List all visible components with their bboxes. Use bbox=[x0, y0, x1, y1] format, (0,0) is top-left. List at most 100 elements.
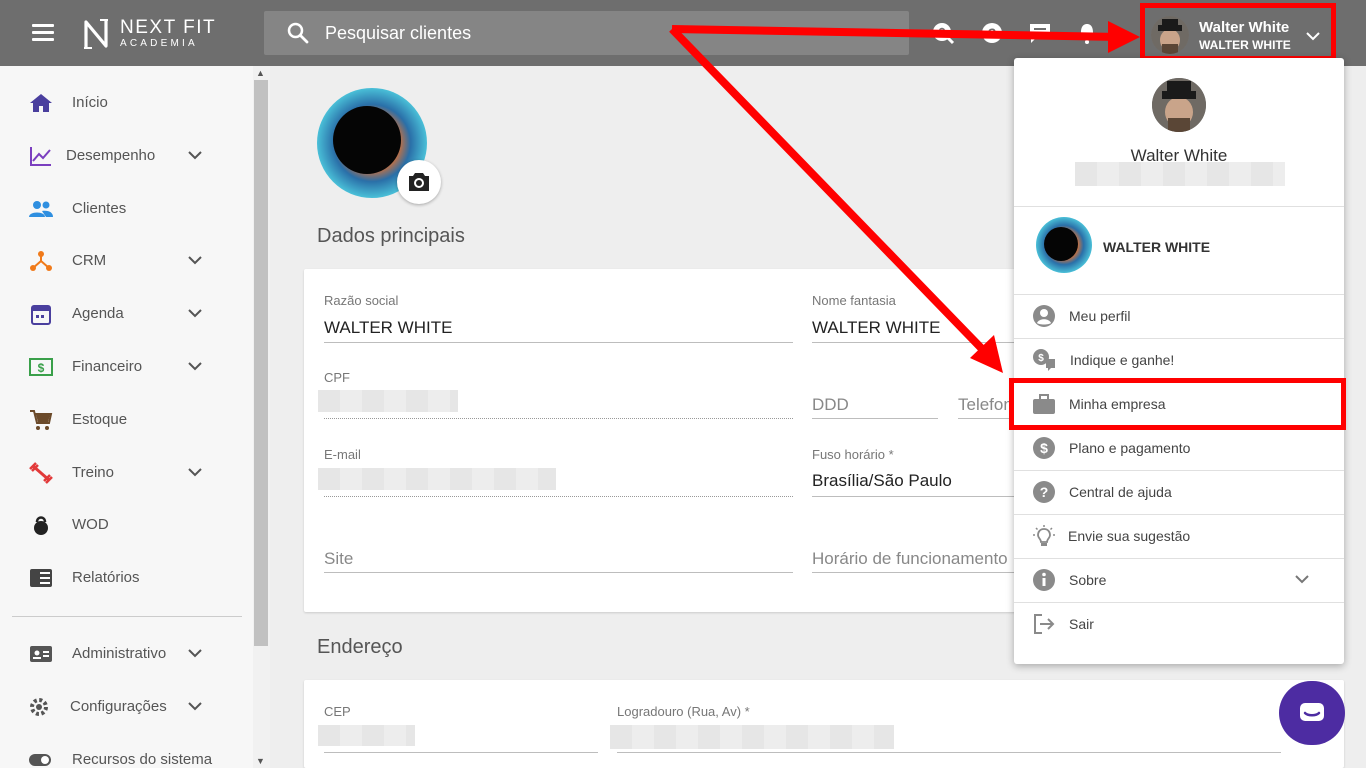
sidebar-item-label: Desempenho bbox=[66, 147, 156, 164]
menu-item-meu-perfil[interactable]: Meu perfil bbox=[1014, 294, 1344, 338]
sidebar-item-label: Recursos do sistema bbox=[72, 751, 213, 768]
fuso-label: Fuso horário * bbox=[812, 447, 894, 462]
logo[interactable]: NEXT FIT ACADEMIA bbox=[120, 17, 217, 50]
top-bar: NEXT FIT ACADEMIA Pesquisar clientes $ ? bbox=[0, 0, 1366, 66]
sidebar-item-wod[interactable]: WOD bbox=[0, 505, 240, 545]
sidebar-item-administrativo[interactable]: Administrativo bbox=[0, 634, 240, 674]
help-icon[interactable]: ? bbox=[980, 21, 1004, 45]
email-field[interactable] bbox=[318, 468, 556, 490]
scroll-up-icon[interactable]: ▲ bbox=[256, 68, 265, 78]
address-card: CEP Logradouro (Rua, Av) * bbox=[304, 680, 1344, 768]
ddd-underline bbox=[812, 418, 938, 419]
menu-item-indique[interactable]: $ Indique e ganhe! bbox=[1014, 338, 1344, 382]
account-circle-icon bbox=[1033, 305, 1055, 327]
sidebar-item-treino[interactable]: Treino bbox=[0, 453, 240, 493]
user-dropdown-menu: Walter White WALTER WHITE Meu perfil $ I… bbox=[1014, 58, 1344, 664]
money-search-icon[interactable]: $ bbox=[931, 21, 955, 45]
menu-item-label: Central de ajuda bbox=[1069, 484, 1172, 500]
info-icon bbox=[1033, 569, 1055, 591]
svg-text:$: $ bbox=[1040, 440, 1048, 456]
dumbbell-icon bbox=[29, 462, 53, 484]
calendar-icon bbox=[31, 305, 51, 325]
user-menu-button[interactable]: Walter White WALTER WHITE bbox=[1140, 3, 1336, 61]
cep-underline bbox=[324, 752, 598, 753]
sidebar-item-clientes[interactable]: Clientes bbox=[0, 189, 240, 229]
sidebar-item-agenda[interactable]: Agenda bbox=[0, 294, 240, 334]
change-photo-button[interactable] bbox=[397, 160, 441, 204]
menu-item-plano[interactable]: $ Plano e pagamento bbox=[1014, 426, 1344, 470]
sidebar-item-estoque[interactable]: Estoque bbox=[0, 400, 240, 440]
menu-item-label: Indique e ganhe! bbox=[1070, 352, 1175, 368]
site-field[interactable]: Site bbox=[324, 549, 353, 569]
razao-label: Razão social bbox=[324, 293, 399, 308]
message-icon[interactable] bbox=[1028, 21, 1052, 45]
chevron-down-icon bbox=[1306, 32, 1320, 41]
search-icon bbox=[287, 22, 309, 44]
dropdown-user-email bbox=[1075, 162, 1285, 186]
fuso-select[interactable]: Brasília/São Paulo bbox=[812, 471, 952, 491]
cep-label: CEP bbox=[324, 704, 351, 719]
chevron-down-icon bbox=[188, 468, 202, 477]
logo-main-text: NEXT FIT bbox=[120, 17, 217, 38]
menu-item-sugestao[interactable]: Envie sua sugestão bbox=[1014, 514, 1344, 558]
chart-icon bbox=[30, 147, 51, 166]
sidebar-item-label: CRM bbox=[72, 252, 107, 269]
chat-button[interactable] bbox=[1279, 681, 1345, 745]
user-company: WALTER WHITE bbox=[1199, 38, 1291, 52]
menu-item-label: Envie sua sugestão bbox=[1068, 528, 1191, 544]
sidebar-item-crm[interactable]: CRM bbox=[0, 241, 240, 281]
menu-item-ajuda[interactable]: ? Central de ajuda bbox=[1014, 470, 1344, 514]
logout-icon bbox=[1034, 614, 1055, 634]
cep-field[interactable] bbox=[318, 725, 415, 746]
search-bar[interactable]: Pesquisar clientes bbox=[264, 11, 909, 55]
cpf-field[interactable] bbox=[318, 390, 458, 412]
menu-item-sair[interactable]: Sair bbox=[1014, 602, 1344, 646]
horario-field[interactable]: Horário de funcionamento bbox=[812, 549, 1008, 569]
chevron-down-icon bbox=[188, 151, 202, 160]
sidebar-item-label: Início bbox=[72, 94, 108, 111]
menu-item-label: Meu perfil bbox=[1069, 308, 1131, 324]
section-title-address: Endereço bbox=[317, 636, 403, 658]
logradouro-field[interactable] bbox=[610, 725, 894, 749]
svg-text:$: $ bbox=[38, 361, 45, 375]
people-icon bbox=[29, 201, 53, 217]
ddd-field[interactable]: DDD bbox=[812, 395, 849, 415]
site-underline bbox=[324, 572, 793, 573]
menu-item-sobre[interactable]: Sobre bbox=[1014, 558, 1344, 602]
lightbulb-icon bbox=[1033, 525, 1055, 546]
dollar-circle-icon: $ bbox=[1033, 437, 1055, 459]
svg-text:?: ? bbox=[1040, 484, 1049, 500]
menu-icon[interactable] bbox=[32, 24, 54, 42]
scrollbar-thumb[interactable] bbox=[254, 80, 268, 646]
bell-icon[interactable] bbox=[1075, 21, 1099, 45]
svg-text:?: ? bbox=[988, 25, 997, 41]
sidebar-item-label: Clientes bbox=[72, 200, 127, 217]
fuso-underline bbox=[812, 496, 1024, 497]
sidebar-scrollbar[interactable]: ▲ ▼ bbox=[253, 66, 270, 768]
highlight-box bbox=[1009, 378, 1346, 430]
sidebar-item-relatorios[interactable]: Relatórios bbox=[0, 558, 240, 598]
dropdown-avatar bbox=[1152, 78, 1206, 132]
fantasia-field[interactable]: WALTER WHITE bbox=[812, 318, 940, 338]
sidebar-divider bbox=[12, 616, 242, 617]
sidebar-item-recursos[interactable]: Recursos do sistema bbox=[0, 740, 240, 768]
sidebar-item-configuracoes[interactable]: Configurações bbox=[0, 687, 240, 727]
sidebar-item-label: Administrativo bbox=[72, 645, 167, 662]
logo-icon bbox=[84, 19, 108, 49]
sidebar-item-desempenho[interactable]: Desempenho bbox=[0, 136, 240, 176]
sidebar-item-inicio[interactable]: Início bbox=[0, 83, 240, 123]
sidebar: Início Desempenho Clientes CRM Agenda $ … bbox=[0, 66, 270, 768]
scroll-down-icon[interactable]: ▼ bbox=[256, 756, 265, 766]
dollar-icon: $ bbox=[29, 358, 53, 376]
home-icon bbox=[30, 94, 52, 112]
sidebar-item-label: Treino bbox=[72, 464, 114, 481]
dropdown-company-name[interactable]: WALTER WHITE bbox=[1103, 239, 1210, 255]
chat-icon bbox=[1300, 703, 1324, 721]
razao-field[interactable]: WALTER WHITE bbox=[324, 318, 452, 338]
help-icon: ? bbox=[1033, 481, 1055, 503]
toggle-icon bbox=[29, 754, 51, 766]
search-input[interactable]: Pesquisar clientes bbox=[325, 23, 471, 44]
sidebar-item-financeiro[interactable]: $ Financeiro bbox=[0, 347, 240, 387]
cpf-underline bbox=[324, 418, 793, 419]
cpf-label: CPF bbox=[324, 370, 350, 385]
